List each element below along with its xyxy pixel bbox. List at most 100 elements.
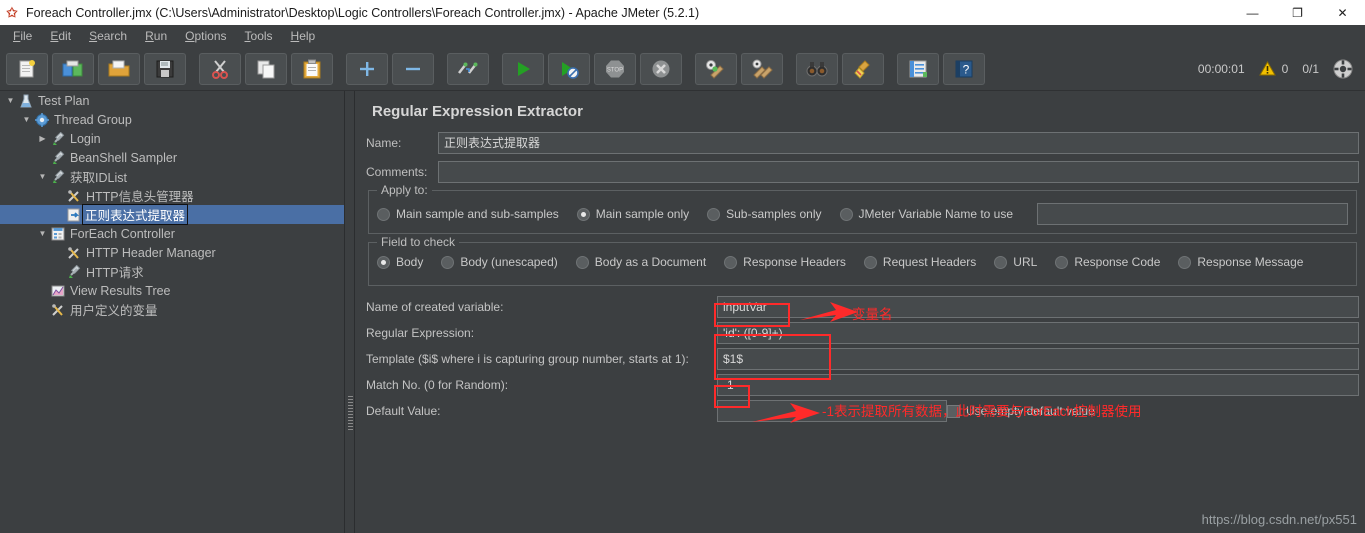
regex-label: Regular Expression: [366,326,475,340]
warning-indicator[interactable]: 0 [1258,61,1288,76]
tree-item-http-header-manager[interactable]: HTTP Header Manager [0,243,344,262]
open-folder-icon[interactable] [98,52,140,85]
save-floppy-icon[interactable] [144,52,186,85]
menu-label-rest: ptions [194,29,227,43]
menu-label-rest: ools [250,29,273,43]
regex-extractor-panel: Regular Expression Extractor Name: 正则表达式… [356,91,1365,533]
radio-response-code-label: Response Code [1074,255,1161,269]
close-button[interactable]: ✕ [1320,0,1365,25]
expand-plus-icon[interactable] [346,52,388,85]
chevron-down-icon[interactable]: ▼ [20,115,33,124]
radio-response-code[interactable] [1055,255,1069,269]
tree-item-view-results-tree[interactable]: View Results Tree [0,281,344,300]
menu-label-rest: elp [299,29,316,43]
tree-item-foreach-controller[interactable]: ▼ ForEach Controller [0,224,344,243]
chevron-down-icon[interactable]: ▼ [36,229,49,238]
minimize-button[interactable]: — [1230,0,1275,25]
cut-scissors-icon[interactable] [199,52,241,85]
menu-search[interactable]: Search [80,27,136,45]
menu-edit[interactable]: Edit [41,27,80,45]
shutdown-icon[interactable] [640,52,682,85]
reset-search-broom-icon[interactable] [842,52,884,85]
menu-tools[interactable]: Tools [236,27,282,45]
radio-body-document[interactable] [575,255,589,269]
radio-jmeter-variable[interactable] [839,207,853,221]
template-row: Template ($i$ where i is capturing group… [366,346,1359,372]
tree-item-beanshell-sampler[interactable]: BeanShell Sampler [0,148,344,167]
menu-mnemonic: H [290,29,300,43]
match-no-input[interactable]: -1 [717,374,1359,396]
clear-icon[interactable] [695,52,737,85]
radio-sub-only[interactable] [707,207,721,221]
radio-main-only-label: Main sample only [595,207,690,221]
default-value-row: Default Value: Use empty default value [366,398,1359,424]
name-input[interactable]: 正则表达式提取器 [438,132,1359,154]
radio-request-headers[interactable] [863,255,877,269]
menu-run[interactable]: Run [136,27,176,45]
post-processor-icon [65,208,83,222]
menu-options[interactable]: Options [176,27,235,45]
templates-icon[interactable] [52,52,94,85]
menu-file[interactable]: File [4,27,41,45]
jmeter-feather-icon: ✩ [6,4,18,20]
tree-item-http-header-manager-cn[interactable]: HTTP信息头管理器 [0,186,344,205]
match-no-label: Match No. (0 for Random): [366,378,509,392]
created-variable-input[interactable]: inputVar [717,296,1359,318]
radio-body-label: Body [396,255,424,269]
tree-item-regex-extractor[interactable]: 正则表达式提取器 [0,204,344,225]
remote-connect-icon[interactable] [1333,59,1353,79]
radio-main-and-sub[interactable] [377,207,390,221]
tree-item-get-idlist[interactable]: ▼ 获取IDList [0,167,344,186]
tree-item-label: 获取IDList [70,171,127,185]
paste-clipboard-icon[interactable] [291,52,333,85]
toggle-icon[interactable] [447,52,489,85]
chevron-right-icon[interactable]: ▶ [36,134,49,143]
regex-input[interactable]: 'id': ([0-9]+) [717,322,1359,344]
copy-icon[interactable] [245,52,287,85]
radio-body[interactable] [377,255,390,269]
svg-text:STOP: STOP [607,67,623,73]
window-title: Foreach Controller.jmx (C:\Users\Adminis… [26,5,700,20]
radio-response-headers[interactable] [724,255,738,269]
tree-item-user-defined-variables[interactable]: 用户定义的变量 [0,300,344,319]
new-document-icon[interactable] [6,52,48,85]
stop-icon[interactable]: STOP [594,52,636,85]
listener-icon [49,284,67,298]
tree-item-label: BeanShell Sampler [70,150,178,165]
collapse-minus-icon[interactable] [392,52,434,85]
use-empty-default-checkbox[interactable] [947,404,960,418]
tree-item-login[interactable]: ▶ Login [0,129,344,148]
radio-body-unescaped[interactable] [441,255,455,269]
radio-response-message[interactable] [1178,255,1192,269]
template-input[interactable]: $1$ [717,348,1359,370]
clear-all-icon[interactable] [741,52,783,85]
tree-item-test-plan[interactable]: ▼ Test Plan [0,91,344,110]
created-variable-label: Name of created variable: [366,300,504,314]
tree-item-label: ForEach Controller [70,226,175,241]
tree-item-thread-group[interactable]: ▼ Thread Group [0,110,344,129]
apply-to-options: Main sample and sub-samples Main sample o… [377,203,1348,225]
default-value-input[interactable] [717,400,947,422]
comments-input[interactable] [438,161,1359,183]
menu-bar: File Edit Search Run Options Tools Help [0,25,1365,47]
help-book-icon[interactable]: ? [943,52,985,85]
menu-label-rest: un [153,29,168,43]
split-pane-grip[interactable] [348,396,353,432]
menu-help[interactable]: Help [282,27,325,45]
toolbar: STOP? 00:00:01 0 0/1 [0,47,1365,91]
split-pane-divider[interactable] [346,91,355,533]
jmeter-variable-name-input[interactable] [1037,203,1348,225]
radio-url[interactable] [994,255,1008,269]
search-binoculars-icon[interactable] [796,52,838,85]
chevron-down-icon[interactable]: ▼ [4,96,17,105]
function-helper-icon[interactable] [897,52,939,85]
tree-item-http-request[interactable]: HTTP请求 [0,262,344,281]
match-no-row: Match No. (0 for Random): -1 [366,372,1359,398]
maximize-button[interactable]: ❐ [1275,0,1320,25]
start-no-pauses-icon[interactable] [548,52,590,85]
test-plan-tree[interactable]: ▼ Test Plan ▼ Thread Group ▶ Login BeanShell S… [0,91,345,533]
tree-item-label: Test Plan [38,93,90,108]
chevron-down-icon[interactable]: ▼ [36,172,49,181]
start-play-icon[interactable] [502,52,544,85]
radio-main-only[interactable] [576,207,590,221]
